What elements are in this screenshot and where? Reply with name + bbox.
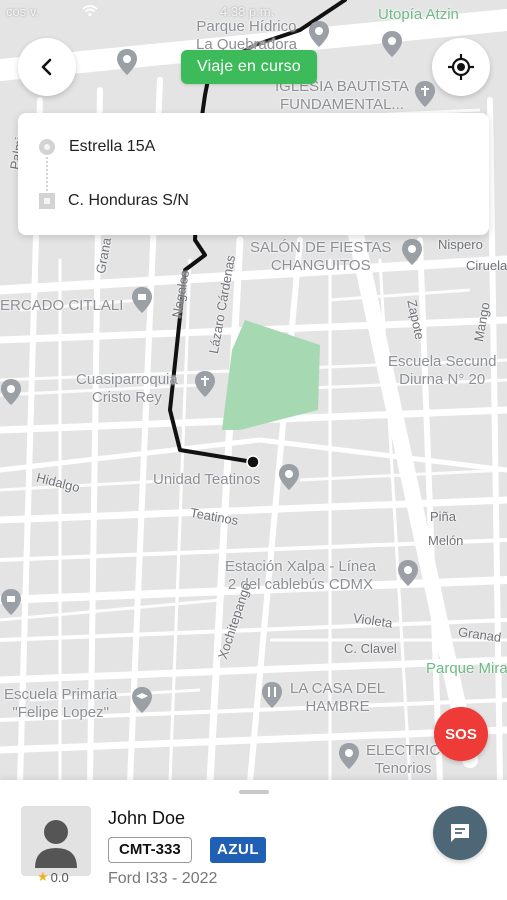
poi-pin-icon (279, 464, 299, 490)
gps-target-icon (448, 54, 474, 80)
restaurant-pin-icon (262, 682, 282, 708)
poi-pin-icon (309, 21, 329, 47)
route-card: Estrella 15A C. Honduras S/N (18, 113, 489, 235)
poi-pin-icon (382, 31, 402, 57)
poi-pin-icon (117, 49, 137, 75)
sos-button[interactable]: SOS (434, 707, 488, 761)
vehicle-color-badge: AZUL (210, 837, 266, 863)
back-button[interactable] (18, 38, 76, 96)
destination-marker-icon (39, 193, 55, 209)
poi-pin-icon (339, 743, 359, 769)
chat-bubble-icon (451, 824, 469, 842)
map-label-mercado: ERCADO CITLALI (0, 297, 124, 314)
church-pin-icon (415, 81, 435, 107)
vehicle-model: Ford I33 - 2022 (108, 870, 218, 887)
route-connector (46, 157, 48, 191)
star-icon: ★ (37, 869, 49, 884)
avatar (21, 806, 91, 876)
poi-pin-icon (398, 560, 418, 586)
map-label-pina: Piña (430, 509, 457, 524)
sheet-drag-handle[interactable] (239, 790, 269, 794)
map-label-ciruela: Ciruela (466, 258, 507, 273)
carrier-label: cos v. (6, 4, 39, 19)
map-label-cuasiparroquia: Cuasiparroquia Cristo Rey (76, 371, 178, 406)
driver-info-sheet: ★ 0.0 John Doe CMT-333 AZUL Ford I33 - 2… (0, 780, 507, 900)
map-label-nispero: Nispero (438, 237, 483, 252)
map-label-unidad-teatinos: Unidad Teatinos (153, 471, 261, 488)
shop-pin-icon (132, 287, 152, 313)
school-pin-icon (132, 687, 152, 713)
route-end-marker (246, 455, 260, 469)
driver-name: John Doe (108, 808, 186, 828)
map-label-escuela-primaria: Escuela Primaria "Felipe Lopez" (4, 686, 118, 721)
wifi-icon (82, 5, 98, 17)
recenter-location-button[interactable] (432, 38, 490, 96)
clock-label: 4:38 p.m. (220, 4, 275, 19)
status-bar: cos v. 4:38 p.m. (0, 0, 507, 24)
destination-address[interactable]: C. Honduras S/N (68, 192, 189, 210)
map-label-escuela-secundaria: Escuela Secund Diurna N° 20 (388, 353, 497, 388)
map-label-melon: Melón (428, 533, 464, 548)
person-silhouette-icon (35, 820, 77, 868)
map-label-electrico: ELECTRIC Tenorios (366, 742, 441, 777)
map-label-c-clavel: C. Clavel (344, 641, 397, 656)
poi-pin-icon (402, 239, 422, 265)
map-label-casa-hambre: LA CASA DEL HAMBRE (290, 680, 386, 715)
origin-address[interactable]: Estrella 15A (69, 138, 155, 156)
map-label-parque-mira: Parque Mira (426, 660, 507, 677)
license-plate: CMT-333 (108, 837, 192, 863)
rating-value: 0.0 (50, 869, 69, 885)
chat-button[interactable] (433, 806, 487, 860)
map-label-salon: SALÓN DE FIESTAS CHANGUITOS (250, 239, 392, 274)
shop-pin-icon (1, 589, 21, 615)
chevron-left-icon (41, 58, 52, 76)
trip-status-badge: Viaje en curso (181, 50, 317, 84)
driver-rating: ★ 0.0 (37, 869, 69, 885)
church-pin-icon (195, 371, 215, 397)
origin-marker-icon (39, 139, 55, 155)
poi-pin-icon (1, 379, 21, 405)
